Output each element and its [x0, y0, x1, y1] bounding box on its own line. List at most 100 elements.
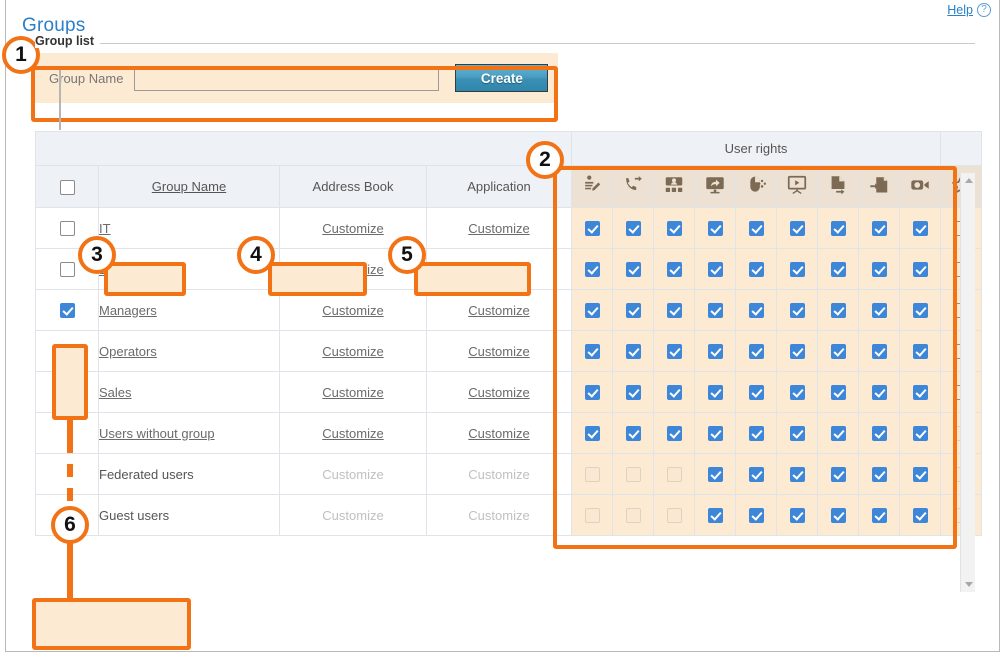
rights-column-header-7[interactable] — [858, 165, 900, 208]
rights-cell[interactable] — [694, 289, 736, 331]
right-checkbox-0[interactable] — [584, 221, 600, 237]
rights-cell[interactable] — [817, 453, 859, 495]
rights-cell[interactable] — [653, 412, 695, 454]
row-select-cell[interactable] — [35, 207, 99, 249]
rights-cell[interactable] — [898, 248, 942, 290]
right-checkbox-0[interactable] — [584, 262, 600, 278]
rights-column-header-6[interactable] — [817, 165, 859, 208]
right-checkbox-4[interactable] — [748, 385, 764, 401]
right-checkbox-7[interactable] — [871, 221, 887, 237]
rights-column-header-0[interactable] — [571, 165, 613, 208]
rights-cell[interactable] — [612, 494, 654, 536]
right-checkbox-4[interactable] — [748, 426, 764, 442]
rights-cell[interactable] — [735, 453, 777, 495]
right-checkbox-0[interactable] — [584, 385, 600, 401]
right-checkbox-8[interactable] — [912, 467, 928, 483]
rights-column-header-4[interactable] — [735, 165, 777, 208]
right-checkbox-5[interactable] — [789, 303, 805, 319]
right-checkbox-6[interactable] — [830, 344, 846, 360]
right-checkbox-6[interactable] — [830, 221, 846, 237]
rights-cell[interactable] — [735, 289, 777, 331]
rights-cell[interactable] — [735, 248, 777, 290]
rights-column-header-3[interactable] — [694, 165, 736, 208]
rights-cell[interactable] — [817, 248, 859, 290]
application-customize-link[interactable]: Customize — [468, 303, 529, 318]
right-checkbox-7[interactable] — [871, 467, 887, 483]
right-checkbox-3[interactable] — [707, 262, 723, 278]
rights-column-header-8[interactable] — [898, 165, 942, 208]
application-customize-link[interactable]: Customize — [468, 344, 529, 359]
rights-cell[interactable] — [858, 494, 900, 536]
right-checkbox-3[interactable] — [707, 344, 723, 360]
right-checkbox-6[interactable] — [830, 385, 846, 401]
rights-cell[interactable] — [653, 494, 695, 536]
right-checkbox-4[interactable] — [748, 221, 764, 237]
rights-cell[interactable] — [858, 330, 900, 372]
rights-cell[interactable] — [776, 248, 818, 290]
rights-cell[interactable] — [612, 289, 654, 331]
row-select-checkbox[interactable] — [59, 344, 75, 360]
table-vertical-scrollbar[interactable] — [960, 173, 975, 592]
right-checkbox-0[interactable] — [584, 303, 600, 319]
application-customize-link[interactable]: Customize — [468, 262, 529, 277]
right-checkbox-8[interactable] — [912, 344, 928, 360]
row-select-cell[interactable] — [35, 248, 99, 290]
right-checkbox-5[interactable] — [789, 426, 805, 442]
group-name-column-header[interactable]: Group Name — [98, 165, 280, 208]
right-checkbox-2[interactable] — [666, 262, 682, 278]
application-customize-link[interactable]: Customize — [468, 385, 529, 400]
right-checkbox-8[interactable] — [912, 426, 928, 442]
right-checkbox-1[interactable] — [625, 385, 641, 401]
row-select-cell[interactable] — [35, 289, 99, 331]
rights-cell[interactable] — [571, 412, 613, 454]
right-checkbox-2[interactable] — [666, 344, 682, 360]
rights-cell[interactable] — [858, 289, 900, 331]
rights-cell[interactable] — [571, 248, 613, 290]
rights-cell[interactable] — [776, 207, 818, 249]
right-checkbox-1[interactable] — [625, 221, 641, 237]
right-checkbox-4[interactable] — [748, 262, 764, 278]
rights-cell[interactable] — [817, 207, 859, 249]
rights-cell[interactable] — [694, 412, 736, 454]
rights-cell[interactable] — [653, 453, 695, 495]
right-checkbox-5[interactable] — [789, 344, 805, 360]
rights-column-header-5[interactable] — [776, 165, 818, 208]
rights-cell[interactable] — [694, 330, 736, 372]
rights-cell[interactable] — [571, 207, 613, 249]
rights-cell[interactable] — [858, 412, 900, 454]
address-book-customize-link[interactable]: Customize — [322, 344, 383, 359]
right-checkbox-5[interactable] — [789, 508, 805, 524]
rights-cell[interactable] — [735, 330, 777, 372]
rights-cell[interactable] — [898, 412, 942, 454]
right-checkbox-3[interactable] — [707, 467, 723, 483]
help-link[interactable]: Help ? — [947, 3, 991, 17]
right-checkbox-1[interactable] — [625, 262, 641, 278]
right-checkbox-2[interactable] — [666, 303, 682, 319]
right-checkbox-7[interactable] — [871, 385, 887, 401]
rights-cell[interactable] — [898, 330, 942, 372]
row-select-checkbox[interactable] — [59, 221, 75, 237]
rights-cell[interactable] — [735, 494, 777, 536]
rights-cell[interactable] — [898, 371, 942, 413]
right-checkbox-8[interactable] — [912, 221, 928, 237]
rights-cell[interactable] — [694, 494, 736, 536]
group-name-link[interactable]: Sales — [99, 385, 132, 400]
rights-cell[interactable] — [612, 453, 654, 495]
rights-cell[interactable] — [653, 248, 695, 290]
application-customize-link[interactable]: Customize — [468, 426, 529, 441]
rights-cell[interactable] — [817, 371, 859, 413]
right-checkbox-3[interactable] — [707, 385, 723, 401]
rights-cell[interactable] — [735, 207, 777, 249]
right-checkbox-0[interactable] — [584, 426, 600, 442]
row-select-checkbox[interactable] — [59, 303, 75, 319]
rights-cell[interactable] — [858, 207, 900, 249]
rights-cell[interactable] — [571, 371, 613, 413]
right-checkbox-6[interactable] — [830, 303, 846, 319]
rights-cell[interactable] — [776, 289, 818, 331]
right-checkbox-3[interactable] — [707, 508, 723, 524]
address-book-customize-link[interactable]: Customize — [322, 303, 383, 318]
rights-cell[interactable] — [817, 494, 859, 536]
application-customize-link[interactable]: Customize — [468, 221, 529, 236]
rights-cell[interactable] — [898, 494, 942, 536]
right-checkbox-8[interactable] — [912, 262, 928, 278]
